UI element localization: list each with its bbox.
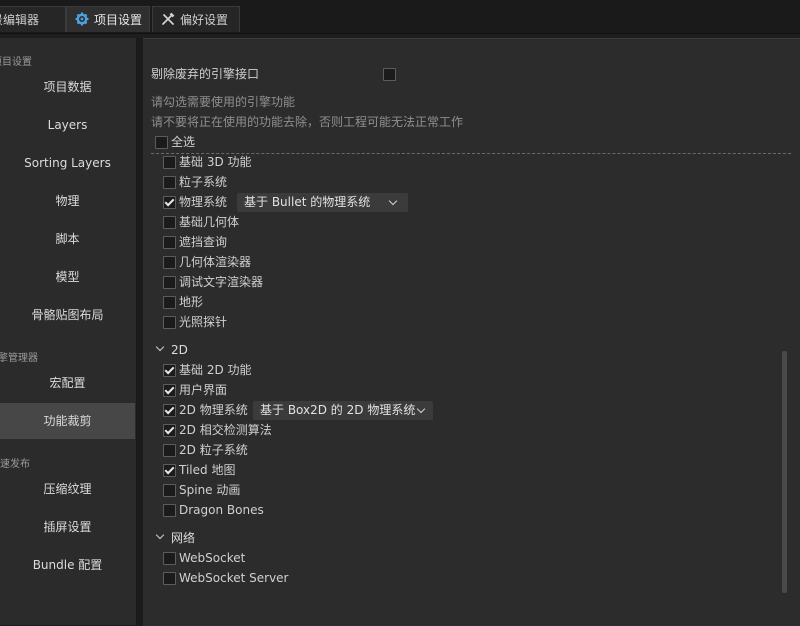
sidebar-item-macro-config[interactable]: 宏配置: [0, 365, 135, 401]
feature-label: 调试文字渲染器: [179, 275, 264, 289]
feature-checkbox[interactable]: [163, 424, 176, 437]
sidebar-item-project-data[interactable]: 项目数据: [0, 69, 135, 105]
feature-label: 粒子系统: [179, 175, 228, 189]
tab-bar: 场景编辑器 项目设置 偏好设置: [0, 0, 800, 34]
chevron-down-icon[interactable]: [155, 530, 165, 540]
feature-label: 光照探针: [179, 315, 228, 329]
vertical-scrollbar[interactable]: [782, 351, 787, 593]
deprecated-api-checkbox[interactable]: [383, 68, 396, 81]
tab-project-settings[interactable]: 项目设置: [66, 6, 150, 32]
sidebar-item-scripts[interactable]: 脚本: [0, 221, 135, 257]
feature-checkbox[interactable]: [163, 176, 176, 189]
feature-label: 基础几何体: [179, 215, 240, 229]
hint-text-2: 请不要将正在使用的功能去除，否则工程可能无法正常工作: [151, 115, 464, 129]
feature-label: 地形: [179, 295, 204, 309]
sidebar-item-bundle-config[interactable]: Bundle 配置: [0, 547, 135, 583]
feature-checkbox[interactable]: [163, 504, 176, 517]
chevron-down-icon[interactable]: [155, 342, 165, 352]
feature-label: WebSocket Server: [179, 571, 289, 585]
feature-label: 物理系统: [179, 195, 228, 209]
feature-label: Dragon Bones: [179, 503, 264, 517]
feature-label: 用户界面: [179, 383, 228, 397]
physics-backend-select[interactable]: 基于 Bullet 的物理系统: [237, 193, 408, 212]
tab-label: 项目设置: [94, 13, 143, 27]
feature-label: 2D 物理系统: [179, 403, 248, 417]
sidebar-item-texture-compress[interactable]: 压缩纹理: [0, 471, 135, 507]
feature-checkbox[interactable]: [163, 384, 176, 397]
feature-checkbox[interactable]: [163, 444, 176, 457]
select-value: 基于 Bullet 的物理系统: [244, 195, 371, 209]
feature-checkbox[interactable]: [163, 316, 176, 329]
section-2d-header[interactable]: 2D: [171, 341, 188, 359]
select-value: 基于 Box2D 的 2D 物理系统: [260, 403, 416, 417]
sidebar-group-label: 引擎管理器: [0, 353, 38, 364]
feature-label: 几何体渲染器: [179, 255, 252, 269]
feature-checkbox[interactable]: [163, 464, 176, 477]
feature-checkbox[interactable]: [163, 216, 176, 229]
feature-checkbox[interactable]: [163, 196, 176, 209]
feature-label: 遮挡查询: [179, 235, 228, 249]
tab-preferences[interactable]: 偏好设置: [152, 6, 240, 32]
feature-label: 基础 2D 功能: [179, 363, 252, 377]
panel-divider: [136, 38, 143, 625]
feature-checkbox[interactable]: [163, 156, 176, 169]
feature-checkbox[interactable]: [163, 404, 176, 417]
feature-label: 2D 粒子系统: [179, 443, 248, 457]
feature-label: Tiled 地图: [179, 463, 236, 477]
feature-checkbox[interactable]: [163, 276, 176, 289]
sidebar-item-feature-crop[interactable]: 功能裁剪: [0, 403, 135, 439]
sidebar-item-splash-settings[interactable]: 插屏设置: [0, 509, 135, 545]
sidebar-item-skeleton-atlas[interactable]: 骨骼贴图布局: [0, 297, 135, 333]
feature-checkbox[interactable]: [163, 256, 176, 269]
feature-crop-panel: 剔除废弃的引擎接口 请勾选需要使用的引擎功能 请不要将正在使用的功能去除，否则工…: [143, 38, 800, 626]
sidebar-item-physics[interactable]: 物理: [0, 183, 135, 219]
feature-checkbox[interactable]: [163, 296, 176, 309]
feature-checkbox[interactable]: [163, 364, 176, 377]
sidebar-item-sorting-layers[interactable]: Sorting Layers: [0, 145, 135, 181]
sidebar-item-model[interactable]: 模型: [0, 259, 135, 295]
settings-sidebar: 项目设置 项目数据 Layers Sorting Layers 物理 脚本 模型…: [0, 38, 137, 625]
chevron-down-icon: [388, 196, 398, 206]
select-all-checkbox[interactable]: [155, 136, 168, 149]
feature-label: WebSocket: [179, 551, 246, 565]
feature-checkbox[interactable]: [163, 236, 176, 249]
physics2d-backend-select[interactable]: 基于 Box2D 的 2D 物理系统: [253, 401, 433, 420]
deprecated-api-label: 剔除废弃的引擎接口: [151, 67, 260, 81]
feature-checkbox[interactable]: [163, 572, 176, 585]
tab-scene-editor[interactable]: 场景编辑器: [0, 6, 66, 32]
hint-text-1: 请勾选需要使用的引擎功能: [151, 95, 296, 109]
chevron-down-icon: [416, 404, 426, 414]
feature-checkbox[interactable]: [163, 552, 176, 565]
gear-icon: [75, 9, 89, 26]
feature-label: 基础 3D 功能: [179, 155, 252, 169]
sidebar-item-layers[interactable]: Layers: [0, 107, 135, 143]
feature-label: Spine 动画: [179, 483, 241, 497]
sidebar-group-label: 快速发布: [0, 459, 30, 470]
sidebar-group-label: 项目设置: [0, 57, 32, 68]
tab-label: 场景编辑器: [0, 13, 40, 27]
feature-checkbox[interactable]: [163, 484, 176, 497]
feature-label: 2D 相交检测算法: [179, 423, 272, 437]
tools-icon: [161, 9, 175, 25]
section-network-header[interactable]: 网络: [171, 529, 195, 547]
select-all-label: 全选: [171, 135, 196, 149]
tab-label: 偏好设置: [180, 13, 229, 27]
